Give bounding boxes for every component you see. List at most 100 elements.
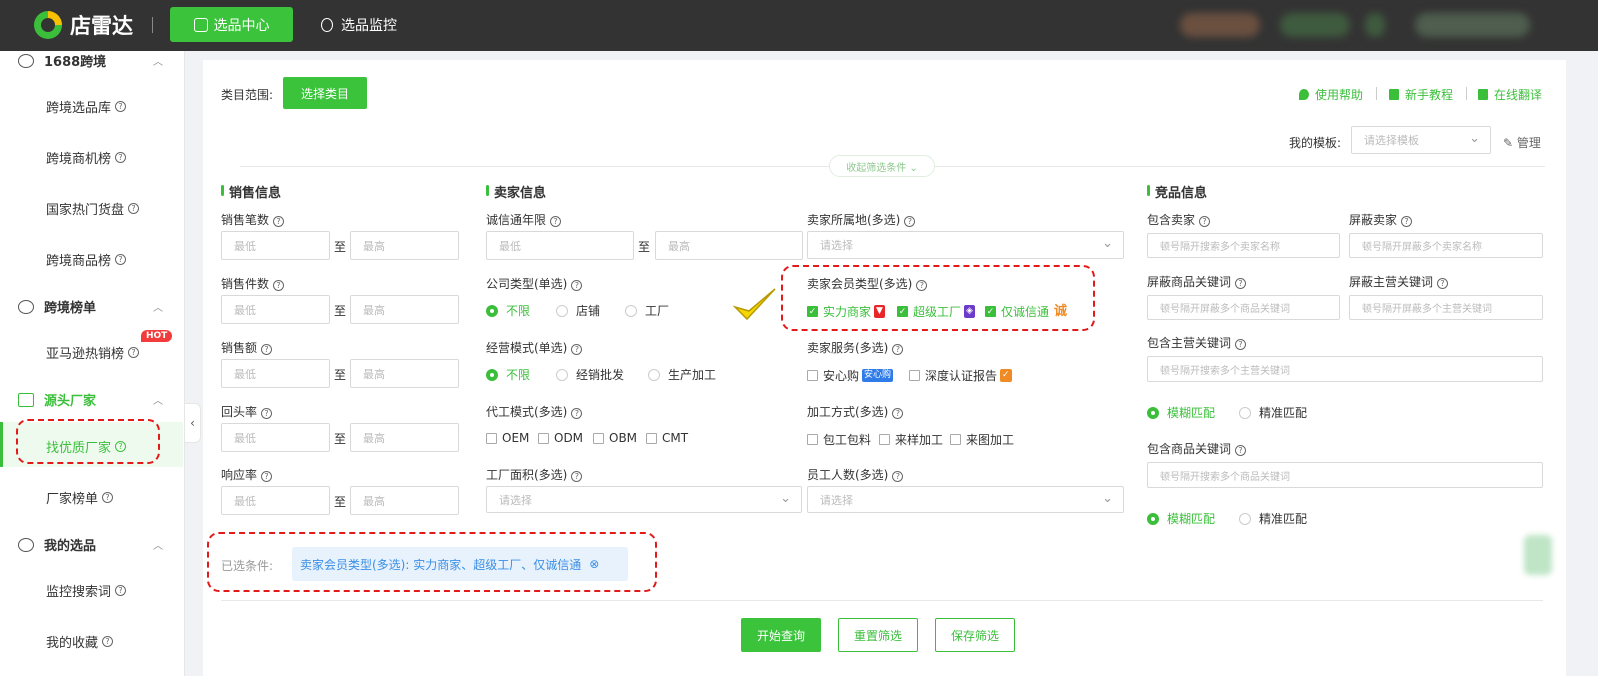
sidebar-item-label: 跨境选品库 bbox=[46, 101, 112, 116]
factory-area-select[interactable]: 请选择 bbox=[486, 486, 802, 513]
include-seller-label: 包含卖家? bbox=[1147, 211, 1211, 228]
include-main-kw-text: 包含主营关键词 bbox=[1147, 336, 1232, 350]
sidebar-section-factory[interactable]: 源头厂家 ︿ bbox=[18, 390, 163, 409]
radio-dot bbox=[556, 304, 568, 317]
reset-filter-button[interactable]: 重置筛选 bbox=[838, 618, 918, 652]
template-select[interactable]: 请选择模板 bbox=[1351, 126, 1491, 154]
biz-radio-any[interactable]: 不限 bbox=[486, 366, 530, 383]
sales-max-input[interactable]: 最高 bbox=[350, 486, 459, 515]
company-radio-factory[interactable]: 工厂 bbox=[625, 302, 669, 319]
help-link[interactable]: 使用帮助 bbox=[1299, 86, 1363, 103]
include-main-kw-label: 包含主营关键词? bbox=[1147, 334, 1247, 351]
sidebar-section-my-selection[interactable]: 我的选品 ︿ bbox=[18, 535, 163, 554]
sales-field-label: 响应率? bbox=[221, 466, 273, 483]
include-main-kw-input[interactable]: 顿号隔开搜索多个主营关键词 bbox=[1147, 356, 1543, 382]
radio-label: 生产加工 bbox=[668, 368, 717, 382]
sales-min-input[interactable]: 最低 bbox=[221, 423, 330, 452]
blurred-user-avatar[interactable] bbox=[1415, 13, 1530, 37]
main-kw-radio-fuzzy[interactable]: 模糊匹配 bbox=[1147, 404, 1215, 421]
process-checkbox-drawing[interactable]: 来图加工 bbox=[950, 431, 1014, 448]
block-seller-input[interactable]: 顿号隔开屏蔽多个卖家名称 bbox=[1349, 233, 1543, 258]
sidebar-item-favorites[interactable]: 我的收藏? bbox=[46, 632, 114, 651]
service-checkbox-deep-report[interactable]: 深度认证报告 ✓ bbox=[909, 367, 1012, 384]
app-title: 店雷达 bbox=[70, 14, 133, 38]
include-goods-kw-input[interactable]: 顿号隔开搜索多个商品关键词 bbox=[1147, 462, 1543, 488]
sidebar-item-amazon[interactable]: 亚马逊热销榜? bbox=[46, 343, 140, 362]
sales-field-text: 回头率 bbox=[221, 405, 258, 419]
years-min-input[interactable]: 最低 bbox=[486, 231, 634, 260]
checkbox-label: CMT bbox=[662, 431, 689, 445]
sidebar-item-factory-rank[interactable]: 厂家榜单? bbox=[46, 488, 114, 507]
company-radio-store[interactable]: 店铺 bbox=[556, 302, 600, 319]
radio-label: 精准匹配 bbox=[1259, 406, 1308, 420]
sidebar-item-label: 厂家榜单 bbox=[46, 492, 99, 507]
separator bbox=[1376, 87, 1377, 100]
block-goods-kw-input[interactable]: 顿号隔开屏蔽多个商品关键词 bbox=[1147, 295, 1340, 320]
start-search-button[interactable]: 开始查询 bbox=[741, 618, 821, 652]
radio-dot bbox=[1147, 512, 1159, 525]
chevron-up-icon: ︿ bbox=[153, 396, 163, 407]
block-seller-label: 屏蔽卖家? bbox=[1349, 211, 1413, 228]
help-icon: ? bbox=[892, 408, 904, 419]
app-logo[interactable]: 店雷达 bbox=[34, 10, 133, 40]
tutorial-link[interactable]: 新手教程 bbox=[1389, 86, 1453, 103]
floating-service-widget[interactable] bbox=[1524, 535, 1552, 575]
radio-label: 不限 bbox=[506, 304, 531, 318]
tab-product-center[interactable]: 选品中心 bbox=[170, 7, 293, 42]
help-icon: ? bbox=[115, 152, 127, 163]
help-icon: ? bbox=[115, 254, 127, 265]
sales-field-label: 回头率? bbox=[221, 403, 273, 420]
sidebar-item-cross-border-lib[interactable]: 跨境选品库? bbox=[46, 97, 127, 116]
sidebar-section-1688[interactable]: 1688跨境 ︿ bbox=[18, 51, 163, 70]
process-checkbox-full[interactable]: 包工包料 bbox=[807, 431, 871, 448]
include-seller-input[interactable]: 顿号隔开搜索多个卖家名称 bbox=[1147, 233, 1340, 258]
staff-select[interactable]: 请选择 bbox=[807, 486, 1124, 513]
process-checkbox-sample[interactable]: 来样加工 bbox=[879, 431, 943, 448]
select-placeholder: 请选择 bbox=[499, 493, 532, 507]
years-label: 诚信通年限? bbox=[486, 211, 562, 228]
main-kw-radio-exact[interactable]: 精准匹配 bbox=[1239, 404, 1307, 421]
oem-checkbox-obm[interactable]: OBM bbox=[593, 431, 637, 445]
sales-max-input[interactable]: 最高 bbox=[350, 359, 459, 388]
manage-link[interactable]: ✎ 管理 bbox=[1503, 134, 1541, 151]
help-icon: ? bbox=[1235, 445, 1247, 456]
collapse-filter-toggle[interactable]: 收起筛选条件 ⌄ bbox=[829, 155, 935, 177]
sales-min-input[interactable]: 最低 bbox=[221, 486, 330, 515]
sales-min-input[interactable]: 最低 bbox=[221, 359, 330, 388]
sales-max-input[interactable]: 最高 bbox=[350, 423, 459, 452]
oem-checkbox-oem[interactable]: OEM bbox=[486, 431, 529, 445]
company-radio-any[interactable]: 不限 bbox=[486, 302, 530, 319]
biz-mode-text: 经营模式(单选) bbox=[486, 341, 568, 355]
sidebar-item-hot-country[interactable]: 国家热门货盘? bbox=[46, 199, 140, 218]
translate-link[interactable]: 在线翻译 bbox=[1478, 86, 1542, 103]
oem-checkbox-cmt[interactable]: CMT bbox=[646, 431, 688, 445]
help-label: 使用帮助 bbox=[1315, 88, 1364, 102]
staff-text: 员工人数(多选) bbox=[807, 468, 889, 482]
sales-min-input[interactable]: 最低 bbox=[221, 295, 330, 324]
years-max-input[interactable]: 最高 bbox=[655, 231, 803, 260]
process-label: 加工方式(多选)? bbox=[807, 403, 904, 420]
sidebar-item-monitor-keywords[interactable]: 监控搜索词? bbox=[46, 581, 127, 600]
biz-radio-manufacture[interactable]: 生产加工 bbox=[648, 366, 716, 383]
sidebar-item-cross-goods[interactable]: 跨境商品榜? bbox=[46, 250, 127, 269]
sales-field-label: 销售笔数? bbox=[221, 211, 285, 228]
location-select[interactable]: 请选择 bbox=[807, 231, 1124, 259]
sidebar-section-rankings[interactable]: 跨境榜单 ︿ bbox=[18, 297, 163, 316]
goods-kw-radio-fuzzy[interactable]: 模糊匹配 bbox=[1147, 510, 1215, 527]
block-main-kw-input[interactable]: 顿号隔开屏蔽多个主营关键词 bbox=[1349, 295, 1543, 320]
service-checkbox-anxin[interactable]: 安心购 安心购 bbox=[807, 367, 894, 384]
pin-icon bbox=[1299, 89, 1309, 100]
sales-max-input[interactable]: 最高 bbox=[350, 295, 459, 324]
tab-product-monitor[interactable]: 选品监控 bbox=[315, 7, 403, 42]
goods-kw-radio-exact[interactable]: 精准匹配 bbox=[1239, 510, 1307, 527]
sales-min-input[interactable]: 最低 bbox=[221, 231, 330, 260]
oem-checkbox-odm[interactable]: ODM bbox=[538, 431, 583, 445]
select-category-button[interactable]: 选择类目 bbox=[283, 77, 367, 109]
sidebar-item-opportunity[interactable]: 跨境商机榜? bbox=[46, 148, 127, 167]
save-filter-button[interactable]: 保存筛选 bbox=[935, 618, 1015, 652]
biz-radio-wholesale[interactable]: 经销批发 bbox=[556, 366, 624, 383]
sales-max-input[interactable]: 最高 bbox=[350, 231, 459, 260]
range-to: 至 bbox=[334, 240, 347, 254]
sidebar-collapse-button[interactable]: ‹ bbox=[185, 403, 201, 443]
range-to: 至 bbox=[638, 240, 651, 254]
